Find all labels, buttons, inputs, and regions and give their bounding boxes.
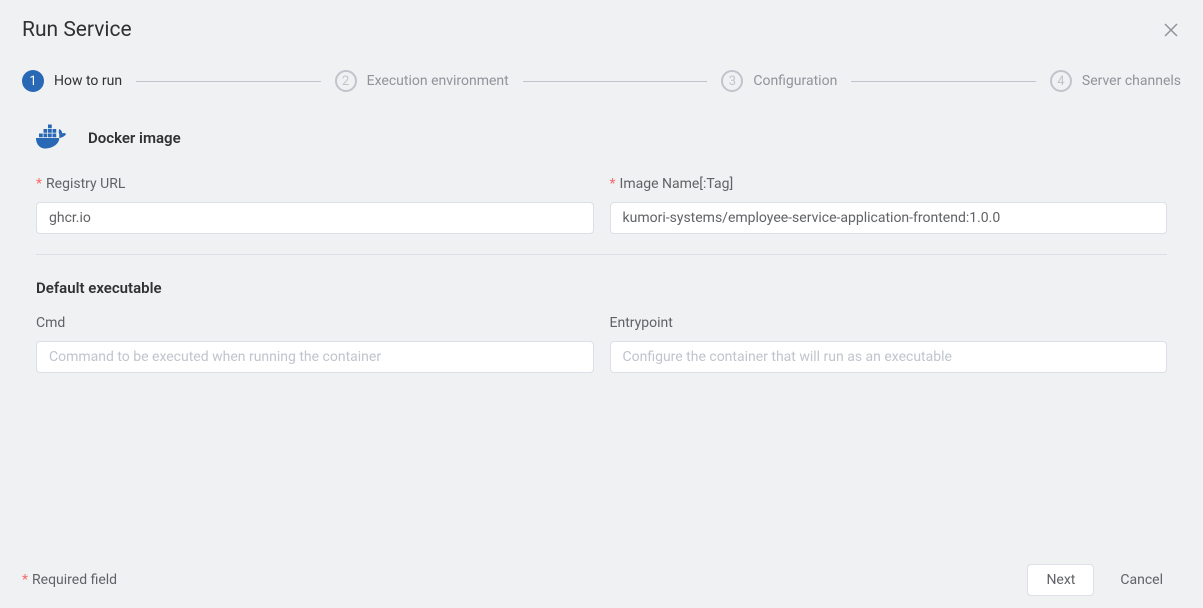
docker-section-header: Docker image [36,124,1167,152]
cmd-input[interactable] [36,341,594,373]
step-configuration[interactable]: 3 Configuration [721,70,837,92]
dialog-content: Docker image *Registry URL *Image Name[:… [0,92,1203,373]
close-button[interactable] [1161,20,1181,40]
registry-url-input[interactable] [36,202,594,234]
registry-url-group: *Registry URL [36,176,594,234]
docker-form-row: *Registry URL *Image Name[:Tag] [36,176,1167,234]
image-name-input[interactable] [610,202,1168,234]
step-connector [523,81,708,82]
step-server-channels[interactable]: 4 Server channels [1050,70,1181,92]
wizard-stepper: 1 How to run 2 Execution environment 3 C… [0,42,1203,92]
docker-icon [36,124,72,152]
executable-section-title: Default executable [36,279,1167,297]
step-number: 4 [1050,70,1072,92]
registry-url-label: *Registry URL [36,176,594,192]
cmd-group: Cmd [36,315,594,373]
image-name-label: *Image Name[:Tag] [610,176,1168,192]
dialog-header: Run Service [0,0,1203,42]
close-icon [1164,23,1178,37]
step-number: 1 [22,70,44,92]
entrypoint-input[interactable] [610,341,1168,373]
footer-buttons: Next Cancel [1027,564,1181,596]
dialog-footer: *Required field Next Cancel [0,564,1203,596]
required-asterisk: * [22,572,28,588]
docker-section-title: Docker image [88,129,181,147]
step-connector [136,81,321,82]
entrypoint-label: Entrypoint [610,315,1168,331]
step-label: Execution environment [367,73,509,89]
step-label: How to run [54,73,122,89]
executable-form-row: Cmd Entrypoint [36,315,1167,373]
cancel-button[interactable]: Cancel [1102,564,1181,596]
section-divider [36,254,1167,255]
next-button[interactable]: Next [1027,564,1094,596]
step-how-to-run[interactable]: 1 How to run [22,70,122,92]
required-asterisk: * [610,176,616,192]
step-execution-environment[interactable]: 2 Execution environment [335,70,509,92]
image-name-group: *Image Name[:Tag] [610,176,1168,234]
step-label: Server channels [1082,73,1181,89]
required-asterisk: * [36,176,42,192]
step-connector [851,81,1036,82]
dialog-title: Run Service [22,18,132,42]
cmd-label: Cmd [36,315,594,331]
run-service-dialog: Run Service 1 How to run 2 Execution env… [0,0,1203,608]
step-number: 3 [721,70,743,92]
step-label: Configuration [753,73,837,89]
step-number: 2 [335,70,357,92]
required-field-note: *Required field [22,572,117,588]
entrypoint-group: Entrypoint [610,315,1168,373]
